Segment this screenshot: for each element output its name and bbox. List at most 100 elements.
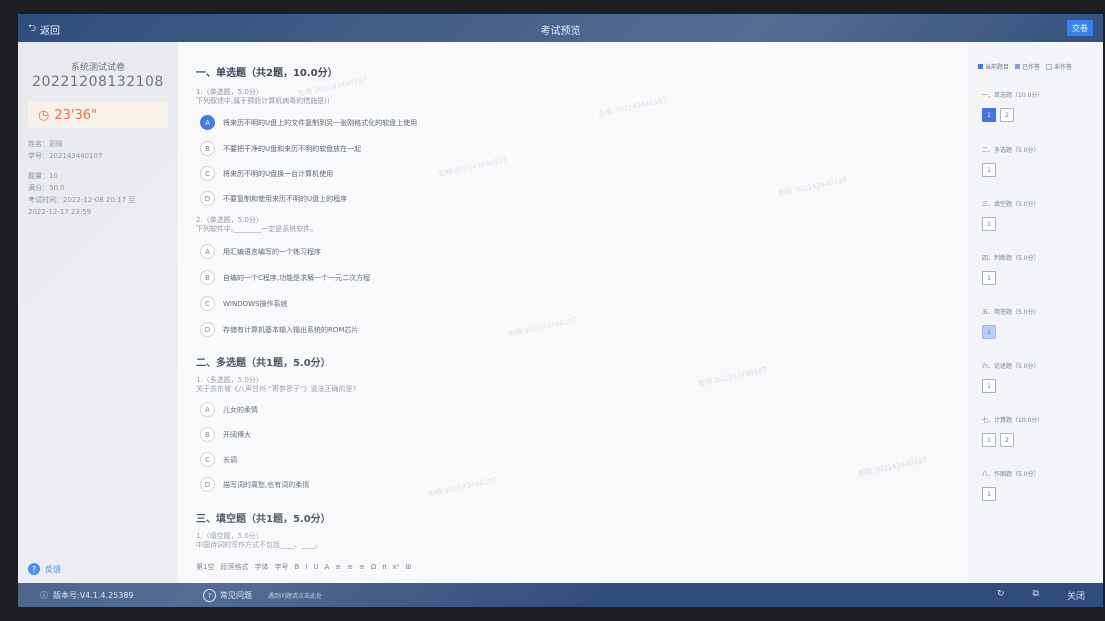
question-meta: 1.（多选题，5.0分） 关于苏东坡《八声甘州·“寄参寥子”》说法正确的是? (196, 376, 356, 394)
nav-question-button[interactable]: 1 (982, 433, 996, 447)
option-text: 儿女的柔情 (223, 405, 258, 414)
help-icon: ? (28, 563, 40, 575)
watermark: 彭晗 202143440107 (857, 455, 928, 479)
option-letter: C (200, 296, 215, 311)
option-letter: C (200, 452, 215, 467)
student-name: 姓名：彭晗 (28, 140, 63, 148)
nav-group-title: 四、判断题（5.0分） (982, 255, 1040, 262)
italic-tool[interactable]: I (305, 563, 307, 571)
option-text: 不要把干净的U盘和来历不明的软盘放在一起 (223, 144, 362, 153)
nav-group-title: 五、简答题（5.0分） (982, 309, 1040, 316)
countdown-timer: ◷ 23'36" (28, 102, 168, 128)
option-letter: D (200, 477, 215, 492)
nav-question-button[interactable]: 1 (982, 487, 996, 501)
bottom-bar: ⓘ 版本号:V4.1.4.25389 ? 常见问题 遇到问题请点击此处 ↻ ⧉ … (18, 583, 1103, 607)
legend-unanswered: 未作答 (1046, 62, 1072, 71)
exam-time: 考试时间：2022-12-08 20:17 至 (28, 196, 136, 204)
watermark: 彭晗 202143440107 (697, 365, 768, 389)
option-letter: B (200, 270, 215, 285)
feedback-label: 反馈 (45, 564, 61, 574)
watermark: 彭晗 202143440107 (427, 475, 498, 499)
faq-button[interactable]: ? 常见问题 遇到问题请点击此处 (203, 589, 322, 602)
student-id: 学号：202143440107 (28, 152, 103, 160)
nav-question-button[interactable]: 1 (982, 163, 996, 177)
size-tool[interactable]: 字号 (274, 562, 288, 572)
nav-group-title: 六、论述题（5.0分） (982, 363, 1040, 370)
question-text: 下列软件中,________一定是系统软件。 (196, 225, 318, 233)
superscript-tool[interactable]: x² (392, 563, 399, 571)
faq-label: 常见问题 (220, 591, 252, 600)
version-label: 版本号:V4.1.4.25389 (53, 591, 134, 600)
format-tool[interactable]: 段落格式 (220, 562, 248, 572)
monitor-screen: ⮌ 返回 考试预览 交卷 系统测试试卷 20221208132108 ◷ 23'… (18, 14, 1103, 607)
section-title-single: 一、单选题（共2题，10.0分） (196, 68, 338, 79)
option-letter: A (200, 402, 215, 417)
question-meta: 2.（单选题，5.0分） 下列软件中,________一定是系统软件。 (196, 216, 317, 234)
option-text: 将来历不明的U盘上的文件复制到另一张刚格式化的软盘上使用 (223, 118, 418, 127)
legend-answered: 已作答 (1015, 62, 1040, 71)
nav-group-title: 三、填空题（5.0分） (982, 201, 1040, 208)
option-c[interactable]: C 长调 (200, 452, 237, 467)
option-a[interactable]: A 用汇编语言编写的一个练习程序 (200, 244, 321, 259)
special-char-tool[interactable]: Ω (371, 563, 376, 571)
option-b[interactable]: B 开阔博大 (200, 427, 251, 442)
font-color-tool[interactable]: A (324, 563, 329, 571)
question-number: 1.（多选题，5.0分） (196, 376, 263, 384)
watermark: 彭晗 202143440107 (597, 95, 668, 119)
align-center-tool[interactable]: ≡ (347, 563, 353, 571)
clock-icon: ◷ (38, 107, 50, 123)
question-number: 1.（单选题，5.0分） (196, 88, 263, 96)
nav-question-button[interactable]: 1 (982, 271, 996, 285)
nav-question-button[interactable]: 1 (982, 325, 996, 339)
option-c[interactable]: C WINDOWS操作系统 (200, 296, 288, 311)
feedback-button[interactable]: ? 反馈 (28, 563, 61, 575)
option-letter: B (200, 427, 215, 442)
bold-tool[interactable]: B (294, 563, 299, 571)
question-text: 下列叙述中,属于预防计算机病毒的措施是() (196, 97, 330, 105)
question-nav-panel: 当前题目 已作答 未作答 一、单选题（10.0分） 1 2 二、多选题（5.0分… (968, 42, 1103, 583)
refresh-icon[interactable]: ↻ (997, 589, 1005, 602)
align-right-tool[interactable]: ≡ (359, 563, 365, 571)
question-count: 题量：10 (28, 172, 58, 180)
info-icon: ⓘ (40, 591, 48, 600)
nav-question-button[interactable]: 1 (982, 217, 996, 231)
option-d[interactable]: D 存储有计算机基本输入输出系统的ROM芯片 (200, 322, 358, 337)
question-area: 彭晗 202143440107 彭晗 202143440107 彭晗 20214… (178, 42, 968, 583)
option-c[interactable]: C 将来历不明的U盘换一台计算机使用 (200, 166, 333, 181)
exam-name: 系统测试试卷 (70, 63, 125, 73)
align-left-tool[interactable]: ≡ (335, 563, 341, 571)
option-b[interactable]: B 不要把干净的U盘和来历不明的软盘放在一起 (200, 141, 361, 156)
watermark: 彭晗 202143440107 (777, 175, 848, 199)
font-tool[interactable]: 字体 (254, 562, 268, 572)
option-letter: D (200, 322, 215, 337)
editor-toolbar: 第1空 段落格式 字体 字号 B I U A ≡ ≡ ≡ Ω π x² ⊞ (196, 562, 411, 572)
option-d[interactable]: D 不要复制和使用来历不明的U盘上的程序 (200, 191, 347, 206)
option-text: 长调 (223, 455, 237, 464)
close-button[interactable]: 关闭 (1067, 589, 1085, 602)
underline-tool[interactable]: U (313, 563, 318, 571)
nav-group-title: 七、计算题（10.0分） (982, 417, 1044, 424)
student-info: 姓名：彭晗 学号：202143440107 题量：10 满分：50.0 考试时间… (28, 138, 178, 218)
question-icon: ? (203, 589, 216, 602)
nav-question-button[interactable]: 1 (982, 108, 996, 122)
formula-tool[interactable]: π (382, 563, 386, 571)
option-a[interactable]: A 儿女的柔情 (200, 402, 258, 417)
option-letter: A (200, 115, 215, 130)
question-meta: 1.（单选题，5.0分） 下列叙述中,属于预防计算机病毒的措施是() (196, 88, 330, 106)
nav-question-button[interactable]: 1 (982, 379, 996, 393)
option-letter: D (200, 191, 215, 206)
option-b[interactable]: B 自编的一个C程序,功能是求解一个一元二次方程 (200, 270, 370, 285)
option-a[interactable]: A 将来历不明的U盘上的文件复制到另一张刚格式化的软盘上使用 (200, 115, 417, 130)
submit-button[interactable]: 交卷 (1067, 20, 1093, 36)
section-title-fill: 三、填空题（共1题，5.0分） (196, 514, 331, 525)
nav-question-button[interactable]: 2 (1000, 433, 1014, 447)
option-d[interactable]: D 描写词的离愁,也有词的柔情 (200, 477, 309, 492)
table-tool[interactable]: ⊞ (405, 563, 411, 571)
exam-id: 20221208132108 (32, 74, 164, 90)
nav-group-title: 八、作图题（5.0分） (982, 471, 1040, 478)
question-text: 关于苏东坡《八声甘州·“寄参寥子”》说法正确的是? (196, 385, 357, 393)
blank-label: 第1空 (196, 563, 215, 571)
nav-question-button[interactable]: 2 (1000, 108, 1014, 122)
window-icon[interactable]: ⧉ (1033, 589, 1039, 602)
option-text: 存储有计算机基本输入输出系统的ROM芯片 (223, 325, 359, 334)
